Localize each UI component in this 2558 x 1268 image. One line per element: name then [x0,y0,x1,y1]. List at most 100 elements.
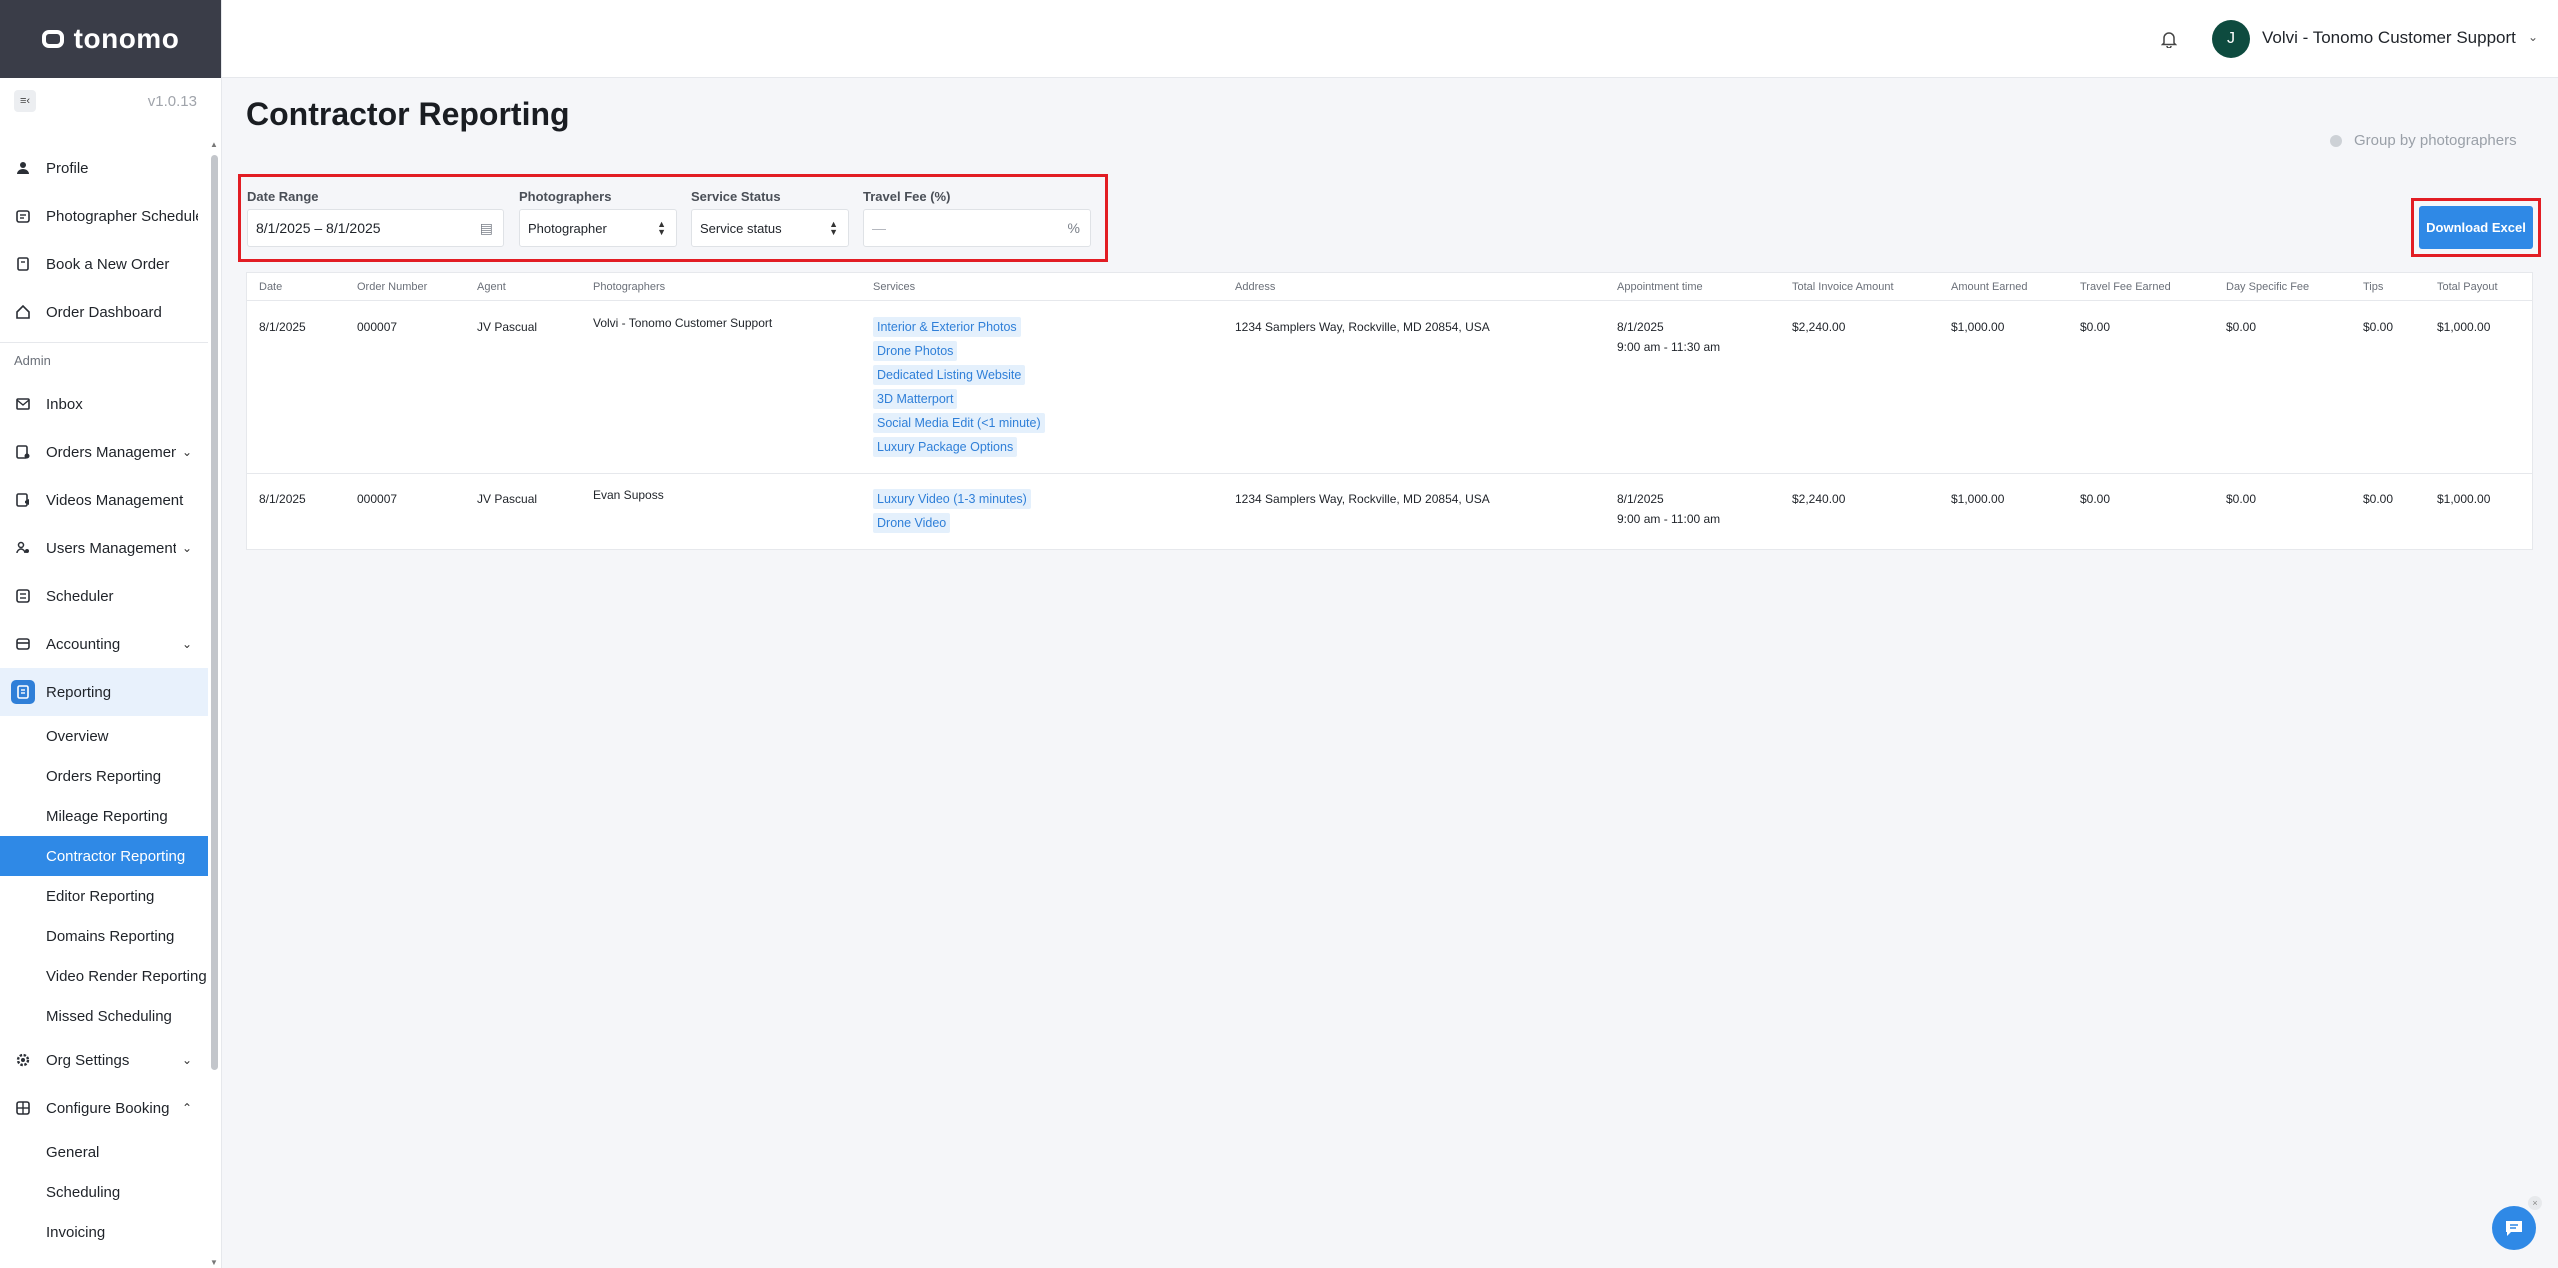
sidebar-item-users-management[interactable]: Users Management ⌄ [0,524,208,572]
column-header[interactable]: Tips [2363,281,2383,293]
chevron-down-icon[interactable]: ⌄ [2528,30,2538,44]
column-header[interactable]: Photographers [593,281,665,293]
sidebar-subitem-general[interactable]: General [0,1132,208,1172]
cell-order-number[interactable]: 000007 [357,317,397,337]
chat-support-icon[interactable] [2492,1206,2536,1250]
cell-photographer: Volvi - Tonomo Customer Support [593,316,773,330]
sidebar-subitem-domains-reporting[interactable]: Domains Reporting [0,916,208,956]
sidebar-scrollbar[interactable] [211,155,218,1070]
cell-agent: JV Pascual [477,492,538,506]
travel-fee-input[interactable]: — % [863,209,1091,247]
column-header[interactable]: Day Specific Fee [2226,281,2309,293]
sidebar-subitem-invoicing[interactable]: Invoicing [0,1212,208,1252]
column-header[interactable]: Total Payout [2437,281,2498,293]
sidebar-item-orders-management[interactable]: Orders Management ⌄ [0,428,208,476]
service-status-select[interactable]: Service status ▲ ▼ [691,209,849,247]
sidebar-subitem-orders-reporting[interactable]: Orders Reporting [0,756,208,796]
toggle-switch[interactable] [2330,134,2342,147]
column-header[interactable]: Services [873,281,915,293]
group-by-photographers-toggle[interactable]: Group by photographers [2330,132,2517,149]
avatar[interactable]: J [2212,20,2250,58]
service-status-value: Service status [700,220,782,236]
column-header[interactable]: Order Number [357,281,427,293]
percent-suffix: % [1067,220,1080,236]
column-header[interactable]: Total Invoice Amount [1792,281,1894,293]
cell-total-invoice: $2,240.00 [1792,320,1846,334]
close-icon[interactable]: × [2528,1196,2542,1210]
cell-order-number[interactable]: 000007 [357,489,397,509]
sidebar-item-accounting[interactable]: Accounting ⌄ [0,620,208,668]
sidebar-item-videos-management[interactable]: Videos Management [0,476,208,524]
sidebar-item-scheduler[interactable]: Scheduler [0,572,208,620]
sidebar-item-label: Reporting [46,683,112,701]
travel-fee-label: Travel Fee (%) [863,189,951,204]
calendar-icon[interactable]: ▤ [480,220,493,237]
chevron-up-icon[interactable]: ⌃ [176,1097,198,1119]
date-range-value: 8/1/2025 – 8/1/2025 [256,220,381,236]
user-icon [14,159,32,177]
sidebar-item-order-dashboard[interactable]: Order Dashboard [0,288,208,336]
sidebar-item-book-order[interactable]: Book a New Order [0,240,208,288]
sidebar-item-label: Profile [46,159,89,177]
sidebar-subitem-overview[interactable]: Overview [0,716,208,756]
photographers-label: Photographers [519,189,612,204]
sidebar-subitem-scheduling[interactable]: Scheduling [0,1172,208,1212]
chevron-down-icon[interactable]: ⌄ [176,537,198,559]
sidebar-item-inbox[interactable]: Inbox [0,380,208,428]
table-row[interactable]: 8/1/2025 000007 JV Pascual Volvi - Tonom… [247,301,2532,474]
sidebar-item-label: Scheduler [46,587,114,605]
column-header[interactable]: Appointment time [1617,281,1703,293]
chevron-down-icon[interactable]: ⌄ [176,1049,198,1071]
column-header[interactable]: Date [259,281,282,293]
sidebar-subitem-mileage-reporting[interactable]: Mileage Reporting [0,796,208,836]
sidebar-item-label: Inbox [46,395,83,413]
sidebar-top: ≡‹ v1.0.13 [0,78,221,124]
chevron-down-icon[interactable]: ⌄ [176,441,198,463]
service-status-label: Service Status [691,189,781,204]
photographers-select[interactable]: Photographer ▲ ▼ [519,209,677,247]
admin-section-label: Admin [0,342,208,378]
chevron-down-icon[interactable]: ⌄ [176,633,198,655]
sidebar-item-configure-booking[interactable]: Configure Booking ⌃ [0,1084,208,1132]
column-header[interactable]: Address [1235,281,1275,293]
sidebar-item-profile[interactable]: Profile [0,144,208,192]
download-excel-button[interactable]: Download Excel [2419,206,2533,249]
column-header[interactable]: Agent [477,281,506,293]
cell-travel-fee: $0.00 [2080,320,2111,334]
sidebar-subitem-missed-scheduling[interactable]: Missed Scheduling [0,996,208,1036]
download-excel-highlight: Download Excel [2411,198,2541,257]
sidebar-subitem-video-render-reporting[interactable]: Video Render Reporting [0,956,208,996]
scroll-up-arrow-icon[interactable]: ▲ [210,140,218,149]
date-range-input[interactable]: 8/1/2025 – 8/1/2025 ▤ [247,209,504,247]
home-icon [14,303,32,321]
user-menu-name[interactable]: Volvi - Tonomo Customer Support [2262,28,2516,48]
service-tag: Luxury Video (1-3 minutes) [873,489,1031,509]
contractor-report-table: Date Order Number Agent Photographers Se… [246,272,2533,550]
sidebar-subitem-editor-reporting[interactable]: Editor Reporting [0,876,208,916]
table-row[interactable]: 8/1/2025 000007 JV Pascual Evan Suposs L… [247,475,2532,551]
sidebar-item-label: Photographer Schedule [46,207,198,225]
cell-tips: $0.00 [2363,492,2394,506]
select-arrows-icon: ▲ ▼ [657,219,666,237]
cell-agent: JV Pascual [477,320,538,334]
service-tag: Drone Video [873,513,951,533]
tonomo-logo-icon [41,30,64,48]
bell-icon[interactable] [2156,26,2182,52]
brand-header[interactable]: tonomo [0,0,221,78]
cell-travel-fee: $0.00 [2080,492,2111,506]
gear-icon [14,1051,32,1069]
reporting-icon [11,680,35,704]
sidebar-item-org-settings[interactable]: Org Settings ⌄ [0,1036,208,1084]
cell-address: 1234 Samplers Way, Rockville, MD 20854, … [1235,320,1490,334]
sidebar-item-label: Videos Management [46,491,184,509]
sidebar-item-reporting[interactable]: Reporting [0,668,208,716]
scroll-down-arrow-icon[interactable]: ▼ [210,1258,218,1267]
cell-appointment-time: 9:00 am - 11:30 am [1617,340,1721,354]
sidebar-item-photographer-schedule[interactable]: Photographer Schedule [0,192,208,240]
sidebar-subitem-contractor-reporting[interactable]: Contractor Reporting [0,836,208,876]
cell-appointment-time: 9:00 am - 11:00 am [1617,512,1721,526]
service-tag: Drone Photos [873,341,958,361]
column-header[interactable]: Amount Earned [1951,281,2027,293]
sidebar-collapse-icon[interactable]: ≡‹ [14,90,36,112]
column-header[interactable]: Travel Fee Earned [2080,281,2171,293]
